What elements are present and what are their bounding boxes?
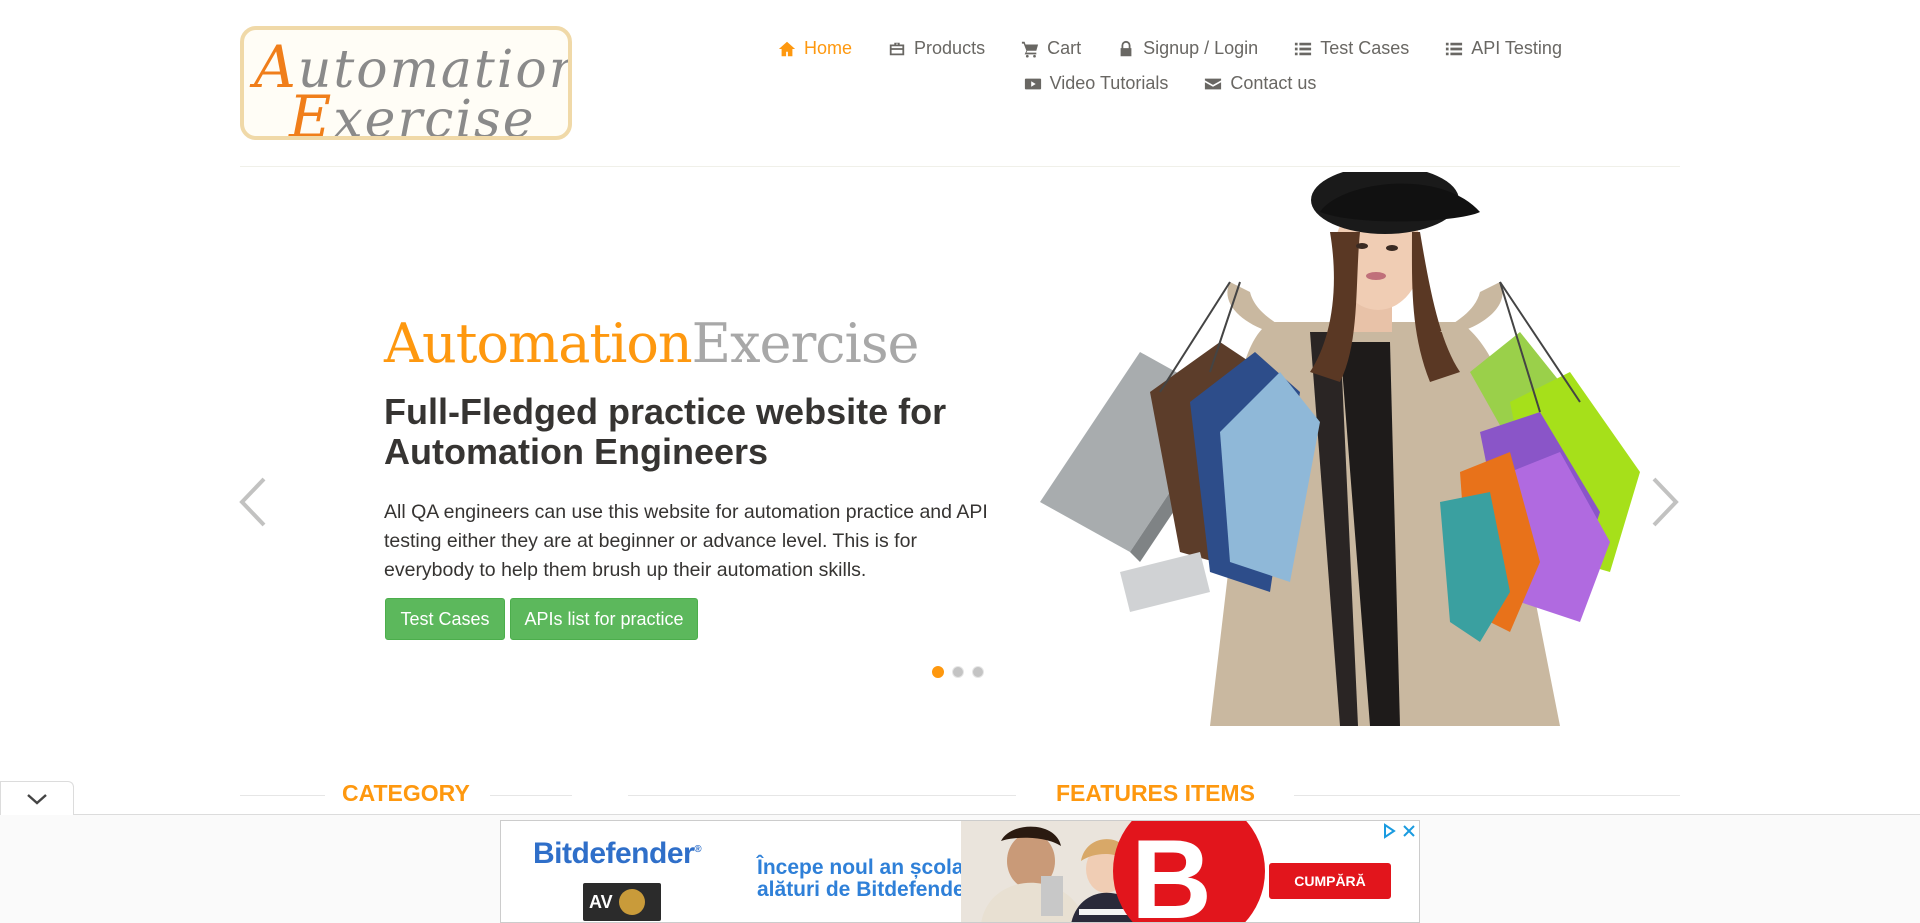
slide-indicator-2[interactable] — [952, 666, 964, 678]
category-line-left — [240, 795, 325, 796]
ad-buy-button[interactable]: CUMPĂRĂ — [1269, 863, 1391, 899]
cart-icon — [1021, 41, 1039, 58]
nav-contact-us[interactable]: Contact us — [1204, 73, 1316, 94]
list-icon — [1446, 42, 1463, 55]
ad-headline-line2: alături de Bitdefender! — [757, 878, 980, 901]
category-heading: CATEGORY — [342, 780, 470, 806]
av-test-badge: AV — [583, 883, 661, 921]
slide-brand-exercise: Exercise — [691, 312, 920, 375]
products-icon — [889, 42, 905, 55]
nav-cart[interactable]: Cart — [1021, 38, 1081, 59]
nav-video-tutorials[interactable]: Video Tutorials — [1024, 73, 1169, 94]
slide-indicator-1[interactable] — [932, 666, 944, 678]
slide-description: All QA engineers can use this website fo… — [384, 501, 988, 581]
category-line-right — [490, 795, 572, 796]
nav-test-cases[interactable]: Test Cases — [1294, 38, 1409, 59]
nav-home[interactable]: Home — [778, 38, 852, 59]
ad-brand-name: Bitdefender — [533, 837, 695, 870]
award-seal-icon — [618, 889, 645, 915]
chevron-down-icon — [27, 793, 47, 805]
features-items-heading: FEATURES ITEMS — [1056, 780, 1255, 806]
nav-products[interactable]: Products — [888, 38, 985, 59]
list-icon — [1295, 42, 1312, 55]
main-nav: Home Products Cart Signup / Login Test C… — [740, 38, 1600, 94]
test-cases-button[interactable]: Test Cases — [385, 598, 505, 640]
ad-bar-edge — [0, 814, 1920, 815]
av-badge-label: AV — [589, 891, 613, 912]
logo-word-exercise: xercise — [333, 90, 536, 140]
nav-cart-label: Cart — [1047, 38, 1082, 58]
apis-list-button[interactable]: APIs list for practice — [510, 598, 698, 640]
envelope-icon — [1205, 78, 1222, 89]
nav-api-testing-label: API Testing — [1471, 38, 1562, 58]
nav-video-tutorials-label: Video Tutorials — [1049, 73, 1169, 93]
hero-image-shopping-girl — [1040, 172, 1640, 726]
features-line-right — [1294, 795, 1680, 796]
slider-prev-button[interactable] — [238, 475, 268, 529]
header-divider — [240, 166, 1680, 167]
nav-signup-login[interactable]: Signup / Login — [1117, 38, 1258, 59]
slider-next-button[interactable] — [1650, 475, 1680, 529]
slide-brand-automation: Automation — [384, 312, 693, 375]
slide-indicator-3[interactable] — [972, 666, 984, 678]
ad-brand-logo: Bitdefender® — [533, 837, 702, 871]
youtube-icon — [1024, 78, 1041, 89]
slide-headline: Full-Fledged practice website for Automa… — [384, 391, 947, 472]
ad-collapse-button[interactable] — [0, 781, 74, 815]
site-logo[interactable]: Automation Exercise — [240, 26, 572, 140]
nav-home-label: Home — [804, 38, 853, 58]
ad-headline: Începe noul an școlar alături de Bitdefe… — [757, 857, 980, 901]
lock-icon — [1120, 40, 1132, 56]
ad-brand-registered: ® — [694, 844, 702, 855]
features-line-left — [628, 795, 1016, 796]
ad-headline-line1: Începe noul an școlar — [757, 856, 972, 879]
nav-api-testing[interactable]: API Testing — [1445, 38, 1562, 59]
ad-b-letter: B — [1131, 820, 1212, 923]
logo-letter-e: E — [289, 83, 334, 140]
ad-bitdefender-b-logo: B — [1113, 820, 1265, 923]
slide-brand: AutomationExercise — [384, 312, 920, 375]
nav-signup-login-label: Signup / Login — [1143, 38, 1259, 58]
nav-contact-us-label: Contact us — [1230, 73, 1317, 93]
nav-products-label: Products — [914, 38, 986, 58]
chevron-right-icon — [1652, 477, 1679, 527]
home-icon — [778, 41, 796, 56]
adchoices-icon[interactable] — [1381, 823, 1397, 839]
chevron-left-icon — [239, 477, 266, 527]
ad-close-icon[interactable] — [1401, 823, 1417, 839]
slider-indicators — [932, 666, 984, 678]
nav-test-cases-label: Test Cases — [1320, 38, 1410, 58]
bitdefender-ad[interactable]: Bitdefender® AV Începe noul an școlar al… — [500, 820, 1420, 923]
